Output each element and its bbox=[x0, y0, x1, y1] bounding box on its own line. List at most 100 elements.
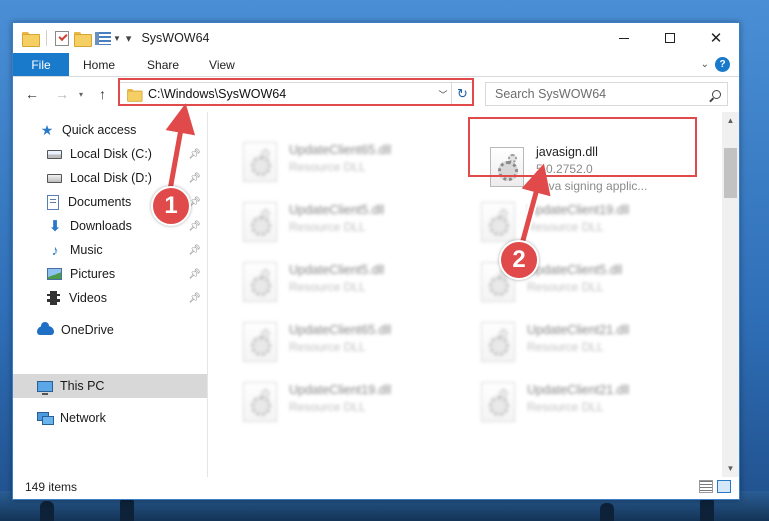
sidebar-item-quick-access[interactable]: ★ Quick access bbox=[13, 118, 207, 142]
videos-icon bbox=[47, 291, 60, 305]
scroll-thumb[interactable] bbox=[724, 148, 737, 198]
file-type: Resource DLL bbox=[289, 220, 366, 234]
details-view-icon[interactable] bbox=[699, 480, 713, 493]
disk-icon bbox=[47, 173, 62, 183]
search-input[interactable] bbox=[495, 87, 705, 101]
sidebar-item-label: Quick access bbox=[62, 123, 137, 137]
dll-file-icon bbox=[481, 382, 515, 422]
file-type: Resource DLL bbox=[527, 340, 604, 354]
up-arrow-icon[interactable]: ↑ bbox=[99, 86, 106, 102]
documents-icon bbox=[47, 194, 59, 210]
close-icon: ✕ bbox=[709, 30, 723, 47]
sidebar-item-label: Pictures bbox=[70, 267, 116, 281]
sidebar-item-label: Local Disk (D:) bbox=[70, 171, 152, 185]
download-icon: ⬇ bbox=[48, 218, 62, 235]
recent-locations-icon[interactable]: ▾ bbox=[79, 90, 83, 99]
sidebar-item-label: Downloads bbox=[70, 219, 132, 233]
file-type: Resource DLL bbox=[527, 280, 604, 294]
minimize-icon bbox=[619, 37, 629, 39]
pin-icon[interactable]: 📌︎ bbox=[188, 221, 201, 232]
list-item[interactable]: UpdateClient65.dll Resource DLL bbox=[235, 138, 460, 190]
sidebar-item-pictures[interactable]: Pictures 📌︎ bbox=[13, 262, 207, 286]
view-toggle bbox=[699, 480, 731, 493]
sidebar-item-label: Videos bbox=[69, 291, 107, 305]
pin-toolbar-icon[interactable]: ▾ bbox=[126, 32, 132, 45]
dll-file-icon bbox=[243, 322, 277, 362]
sidebar-item-label: OneDrive bbox=[61, 323, 114, 337]
sidebar-item-label: Documents bbox=[68, 195, 132, 209]
new-folder-icon[interactable] bbox=[74, 31, 92, 47]
list-item[interactable]: UpdateClient21.dll Resource DLL bbox=[473, 318, 698, 370]
list-item[interactable]: UpdateClient65.dll Resource DLL bbox=[235, 318, 460, 370]
pictures-icon bbox=[47, 268, 62, 280]
file-name: UpdateClient19.dll bbox=[527, 203, 630, 217]
help-icon[interactable]: ? bbox=[715, 57, 730, 72]
customize-icon[interactable] bbox=[95, 31, 111, 45]
disk-icon bbox=[47, 149, 62, 159]
large-icons-view-icon[interactable] bbox=[717, 480, 731, 493]
step-1-badge: 1 bbox=[151, 186, 191, 226]
sidebar-item-network[interactable]: Network bbox=[13, 406, 207, 430]
navigation-pane: ★ Quick access Local Disk (C:) 📌︎ Local … bbox=[13, 112, 207, 477]
chevron-down-icon[interactable]: ▼ bbox=[113, 34, 121, 43]
network-icon bbox=[37, 412, 54, 425]
chevron-down-icon[interactable]: ⌄ bbox=[701, 59, 709, 70]
music-icon: ♪ bbox=[51, 242, 59, 258]
address-highlight-box bbox=[118, 78, 474, 106]
sidebar-item-music[interactable]: ♪ Music 📌︎ bbox=[13, 238, 207, 262]
sidebar-item-onedrive[interactable]: OneDrive bbox=[13, 318, 207, 342]
tab-share[interactable]: Share bbox=[131, 53, 195, 76]
scroll-up-icon[interactable]: ▲ bbox=[722, 112, 739, 129]
file-name: UpdateClient5.dll bbox=[289, 263, 385, 277]
ribbon-tabs: File Home Share View ⌄ ? bbox=[13, 53, 739, 77]
file-type: Resource DLL bbox=[527, 400, 604, 414]
search-box[interactable] bbox=[485, 82, 728, 106]
pin-icon[interactable]: 📌︎ bbox=[188, 269, 201, 280]
list-item[interactable]: UpdateClient19.dll Resource DLL bbox=[235, 378, 460, 430]
star-icon: ★ bbox=[40, 121, 54, 138]
file-name: UpdateClient65.dll bbox=[289, 323, 392, 337]
sidebar-item-label: Network bbox=[60, 411, 106, 425]
maximize-icon bbox=[665, 33, 675, 43]
palm-silhouette bbox=[40, 501, 54, 521]
sidebar-item-videos[interactable]: Videos 📌︎ bbox=[13, 286, 207, 310]
file-type: Resource DLL bbox=[527, 220, 604, 234]
tab-view[interactable]: View bbox=[195, 53, 251, 76]
forward-arrow-icon[interactable]: → bbox=[55, 86, 69, 102]
dll-file-icon bbox=[243, 382, 277, 422]
sidebar-item-label: Music bbox=[70, 243, 103, 257]
pc-icon bbox=[37, 380, 53, 395]
pin-icon[interactable]: 📌︎ bbox=[188, 245, 201, 256]
tab-file[interactable]: File bbox=[13, 53, 69, 76]
properties-check-icon[interactable] bbox=[55, 30, 69, 46]
list-item[interactable]: UpdateClient21.dll Resource DLL bbox=[473, 378, 698, 430]
pin-icon[interactable]: 📌︎ bbox=[188, 149, 201, 160]
palm-silhouette bbox=[120, 497, 134, 521]
window-title: SysWOW64 bbox=[141, 31, 210, 45]
file-highlight-box bbox=[468, 117, 697, 177]
folder-icon bbox=[22, 31, 40, 47]
sidebar-item-this-pc[interactable]: This PC bbox=[13, 374, 207, 398]
list-item[interactable]: UpdateClient5.dll Resource DLL bbox=[235, 198, 460, 250]
dll-file-icon bbox=[243, 142, 277, 182]
search-icon[interactable] bbox=[705, 89, 727, 99]
back-arrow-icon[interactable]: ← bbox=[25, 86, 39, 102]
close-button[interactable]: ✕ bbox=[693, 23, 739, 53]
dll-file-icon bbox=[243, 202, 277, 242]
file-type: Resource DLL bbox=[289, 340, 366, 354]
maximize-button[interactable] bbox=[647, 23, 693, 53]
minimize-button[interactable] bbox=[601, 23, 647, 53]
status-bar: 149 items bbox=[13, 475, 739, 499]
pin-icon[interactable]: 📌︎ bbox=[188, 173, 201, 184]
step-2-badge: 2 bbox=[499, 240, 539, 280]
tab-home[interactable]: Home bbox=[69, 53, 131, 76]
sidebar-item-local-disk-c[interactable]: Local Disk (C:) 📌︎ bbox=[13, 142, 207, 166]
pin-icon[interactable]: 📌︎ bbox=[188, 293, 201, 304]
quick-access-toolbar: ▼ ▾ bbox=[13, 30, 132, 47]
file-type: Resource DLL bbox=[289, 280, 366, 294]
vertical-scrollbar[interactable]: ▲ ▼ bbox=[722, 112, 739, 477]
list-item[interactable]: UpdateClient5.dll Resource DLL bbox=[235, 258, 460, 310]
list-item[interactable]: UpdateClient19.dll Resource DLL bbox=[473, 198, 698, 250]
dll-file-icon bbox=[481, 202, 515, 242]
pane-divider[interactable] bbox=[207, 112, 208, 477]
